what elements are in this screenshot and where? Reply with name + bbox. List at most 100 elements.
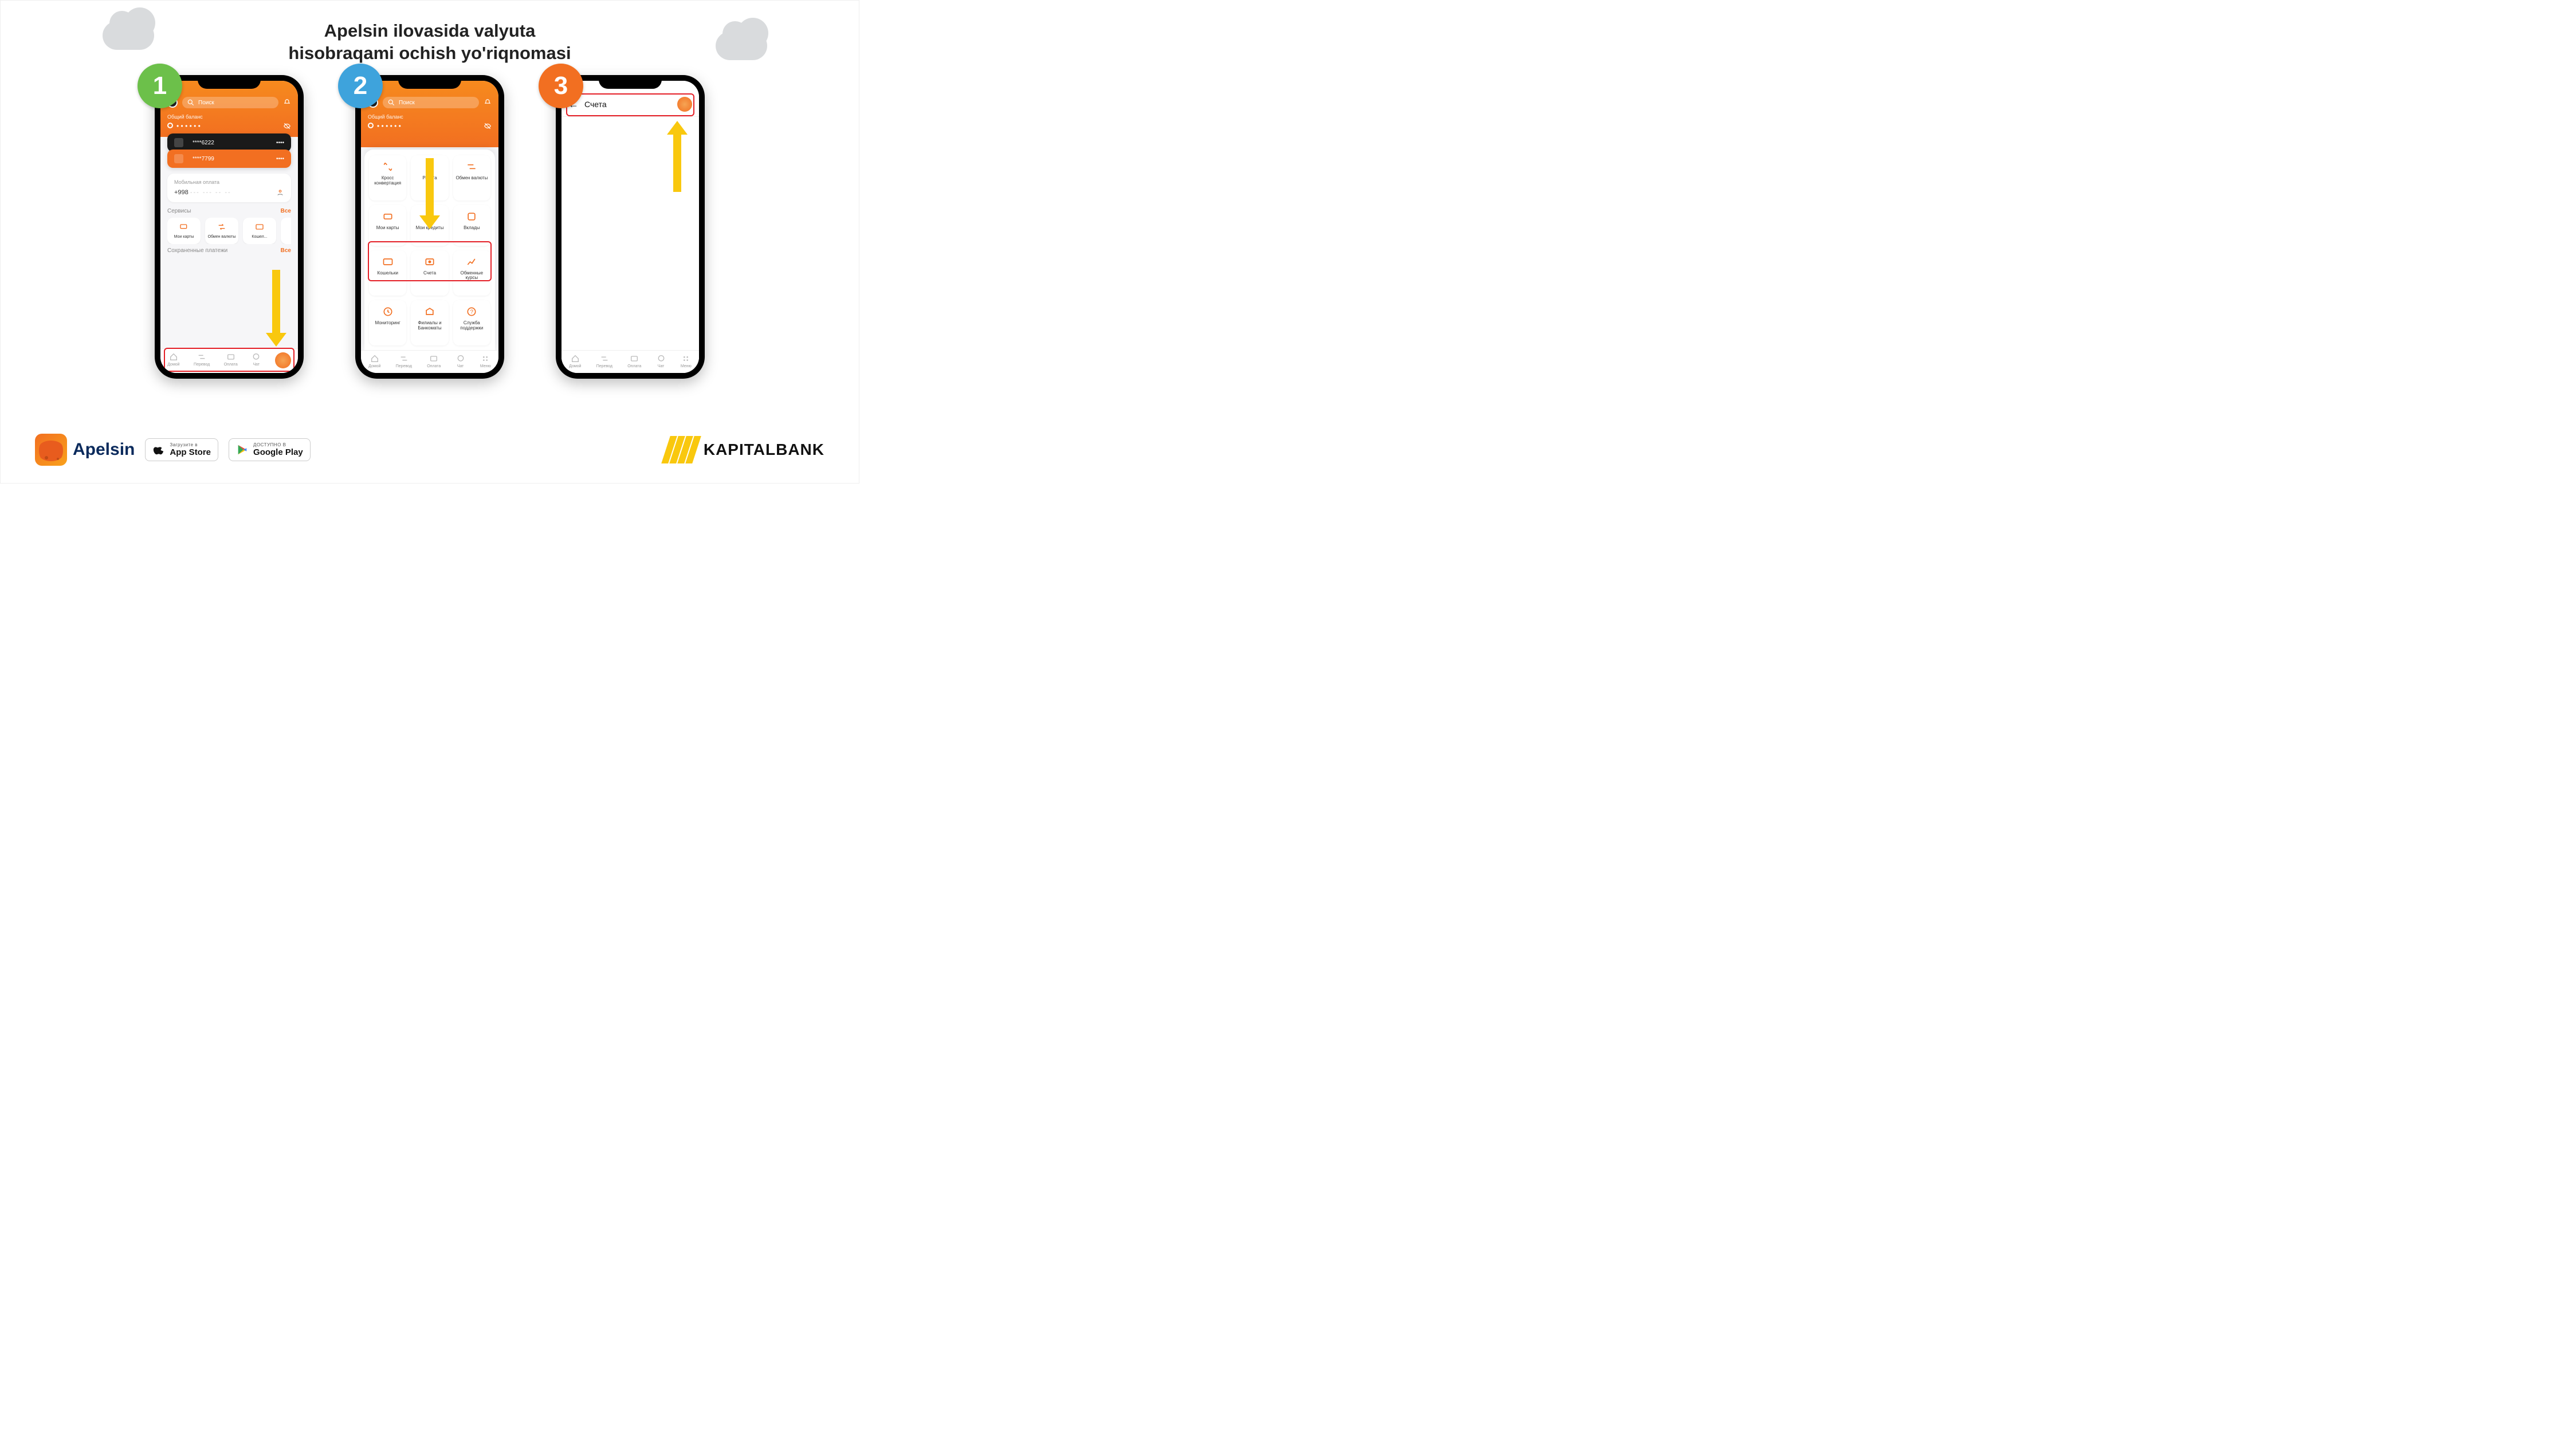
phone-mockup-2: Поиск Общий баланс • • • • • • Кросс кон… bbox=[355, 75, 504, 379]
nav-menu[interactable]: Меню bbox=[681, 354, 692, 368]
nav-label: Оплата bbox=[427, 364, 441, 368]
grid-tile-mycards[interactable]: Мои карты bbox=[369, 205, 406, 245]
accounts-icon bbox=[424, 256, 435, 268]
eye-hide-icon[interactable] bbox=[283, 122, 291, 130]
nav-label: Перевод bbox=[194, 363, 210, 367]
chart-icon bbox=[466, 256, 477, 268]
grid-tile-rates[interactable]: Обменные курсы bbox=[453, 250, 490, 296]
exchange-icon bbox=[217, 222, 226, 231]
cards-icon bbox=[179, 222, 189, 231]
nav-chat[interactable]: Чат bbox=[657, 354, 666, 368]
svc-label: Обмен валюты bbox=[207, 235, 236, 239]
step-2: 2 Поиск Общий баланс • • • • • • bbox=[355, 75, 504, 379]
title-line-1: Apelsin ilovasida valyuta bbox=[1, 20, 859, 42]
grid-tile-exchange[interactable]: Обмен валюты bbox=[453, 155, 490, 201]
bank-icon bbox=[424, 306, 435, 317]
bell-icon[interactable] bbox=[283, 99, 291, 107]
phone-mockup-3: ← Счета Домой Перевод Оплата Чат bbox=[556, 75, 705, 379]
search-icon bbox=[187, 99, 195, 107]
card-masked: ****7799 bbox=[193, 156, 214, 162]
phone-mockup-1: Поиск Общий баланс • • • • • • ****6222 … bbox=[155, 75, 304, 379]
nav-menu-fingerprint[interactable] bbox=[275, 352, 291, 368]
service-tile-wallet[interactable]: Кошел... bbox=[243, 218, 276, 244]
card-masked: ****6222 bbox=[193, 140, 214, 146]
service-tile-cards[interactable]: Мои карты bbox=[167, 218, 201, 244]
phone-mask: --- --- -- -- bbox=[190, 189, 231, 196]
googleplay-button[interactable]: ДОСТУПНО ВGoogle Play bbox=[229, 438, 311, 461]
nav-label: Домой bbox=[368, 364, 380, 368]
nav-home[interactable]: Домой bbox=[167, 352, 179, 368]
apelsin-mark-icon bbox=[35, 434, 67, 466]
grid-label: Кошельки bbox=[371, 271, 404, 276]
nav-label: Домой bbox=[167, 363, 179, 367]
search-placeholder: Поиск bbox=[198, 100, 214, 106]
nav-chat[interactable]: Чат bbox=[456, 354, 465, 368]
menu-grid-icon bbox=[681, 354, 690, 363]
grid-label: Обменные курсы bbox=[455, 271, 488, 281]
all-link[interactable]: Все bbox=[281, 208, 291, 214]
nav-pay[interactable]: Оплата bbox=[627, 354, 641, 368]
page-title: Apelsin ilovasida valyuta hisobraqami oc… bbox=[1, 20, 859, 65]
kapitalbank-name: KAPITALBANK bbox=[704, 441, 824, 459]
eye-hide-icon[interactable] bbox=[484, 122, 492, 130]
nav-pay[interactable]: Оплата bbox=[224, 352, 238, 368]
nav-transfer[interactable]: Перевод bbox=[396, 354, 412, 368]
nav-transfer[interactable]: Перевод bbox=[596, 354, 612, 368]
step-badge-3: 3 bbox=[539, 64, 583, 108]
nav-label: Чат bbox=[253, 363, 260, 367]
deposit-icon bbox=[466, 211, 477, 222]
nav-home[interactable]: Домой bbox=[569, 354, 581, 368]
service-tile-credit[interactable]: Кр... bbox=[281, 218, 291, 244]
bottom-nav: Домой Перевод Оплата Чат Меню bbox=[561, 350, 699, 373]
apple-icon bbox=[152, 443, 165, 456]
grid-tile-crossconv[interactable]: Кросс конвертация bbox=[369, 155, 406, 201]
grid-tile-support[interactable]: ? Служба поддержки bbox=[453, 300, 490, 345]
phone-notch bbox=[198, 75, 261, 89]
grid-tile-deposits[interactable]: Вклады bbox=[453, 205, 490, 245]
play-icon bbox=[236, 443, 249, 456]
title-line-2: hisobraqami ochish yo'riqnomasi bbox=[1, 42, 859, 65]
step-1: 1 Поиск Общий баланс • • • bbox=[155, 75, 304, 379]
search-input[interactable]: Поиск bbox=[383, 97, 479, 108]
guide-arrow-down bbox=[268, 270, 284, 347]
fingerprint-icon bbox=[275, 352, 291, 368]
all-link[interactable]: Все bbox=[281, 247, 291, 254]
home-icon bbox=[370, 354, 379, 363]
nav-pay[interactable]: Оплата bbox=[427, 354, 441, 368]
chat-icon bbox=[456, 354, 465, 363]
nav-label: Оплата bbox=[627, 364, 641, 368]
services-label: Сервисы bbox=[167, 208, 191, 214]
grid-tile-accounts[interactable]: Счета bbox=[411, 250, 448, 296]
step-3: 3 ← Счета Домой bbox=[556, 75, 705, 379]
grid-tile-branches[interactable]: Филиалы и Банкоматы bbox=[411, 300, 448, 345]
grid-label: Мониторинг bbox=[371, 321, 404, 326]
kapitalbank-mark-icon bbox=[666, 436, 697, 463]
contact-icon[interactable] bbox=[276, 188, 284, 197]
search-input[interactable]: Поиск bbox=[182, 97, 278, 108]
grid-tile-monitoring[interactable]: Мониторинг bbox=[369, 300, 406, 345]
nav-label: Меню bbox=[480, 364, 491, 368]
mobile-pay-card: Мобильная оплата +998 --- --- -- -- bbox=[167, 174, 291, 202]
card-row-uzcard[interactable]: ****7799 •••• bbox=[167, 150, 291, 168]
clock-icon bbox=[382, 306, 394, 317]
step-badge-1: 1 bbox=[138, 64, 182, 108]
guide-arrow-down bbox=[422, 158, 438, 229]
nav-chat[interactable]: Чат bbox=[252, 352, 261, 368]
menu-grid-icon bbox=[481, 354, 490, 363]
appstore-button[interactable]: Загрузите вApp Store bbox=[145, 438, 218, 461]
add-account-fingerprint-icon[interactable] bbox=[677, 97, 692, 112]
bell-icon[interactable] bbox=[484, 99, 492, 107]
search-icon bbox=[387, 99, 395, 107]
grid-tile-wallets[interactable]: Кошельки bbox=[369, 250, 406, 296]
service-tile-exchange[interactable]: Обмен валюты bbox=[205, 218, 238, 244]
grid-label: Служба поддержки bbox=[455, 321, 488, 331]
exchange-icon bbox=[466, 161, 477, 172]
svc-label: Мои карты bbox=[170, 235, 198, 239]
nav-transfer[interactable]: Перевод bbox=[194, 352, 210, 368]
saved-payments-label: Сохраненные платежи bbox=[167, 247, 227, 254]
nav-home[interactable]: Домой bbox=[368, 354, 380, 368]
nav-menu[interactable]: Меню bbox=[480, 354, 491, 368]
nav-label: Перевод bbox=[596, 364, 612, 368]
svg-text:?: ? bbox=[470, 309, 474, 315]
bank-glyph-icon bbox=[174, 154, 183, 163]
